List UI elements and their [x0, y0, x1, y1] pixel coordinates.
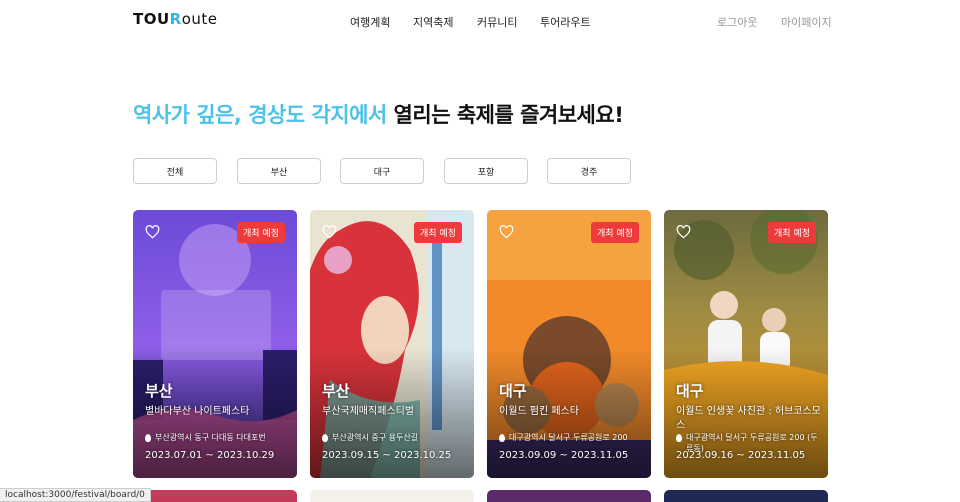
logo[interactable]: TOURoute [133, 10, 218, 28]
card-address-text: 대구광역시 달서구 두류공원로 200 [509, 433, 628, 442]
heart-icon[interactable] [499, 225, 514, 239]
festival-card[interactable]: 개최 예정 대구 이월드 펌킨 페스타 대구광역시 달서구 두류공원로 200 … [487, 210, 651, 478]
card-date: 2023.07.01 ~ 2023.10.29 [145, 450, 275, 461]
filter-all[interactable]: 전체 [133, 158, 217, 184]
logo-part-2: R [169, 10, 182, 28]
card-address: 대구광역시 달서구 두류공원로 200 [499, 432, 644, 443]
festival-card[interactable]: 개최 예정 부산 부산국제매직페스티벌 부산광역시 중구 용두산길 2023.0… [310, 210, 474, 478]
card-date: 2023.09.15 ~ 2023.10.25 [322, 450, 452, 461]
status-badge: 개최 예정 [768, 222, 816, 243]
card-address: 부산광역시 중구 용두산길 [322, 432, 467, 443]
logo-part-1: TOU [133, 10, 170, 28]
card-address: 부산광역시 동구 다대동 다대포번 [145, 432, 290, 443]
nav-local-festival[interactable]: 지역축제 [413, 14, 453, 30]
logo-part-3: oute [181, 10, 218, 28]
festival-card-partial[interactable] [487, 490, 651, 502]
heart-icon[interactable] [676, 225, 691, 239]
card-title: 부산국제매직페스티벌 [322, 406, 414, 417]
status-badge: 개최 예정 [237, 222, 285, 243]
festival-card-partial[interactable] [133, 490, 297, 502]
header: TOURoute 여행계획 지역축제 커뮤니티 투어라우트 로그아웃 마이페이지 [0, 0, 960, 42]
filter-gyeongju[interactable]: 경주 [547, 158, 631, 184]
festival-card-partial[interactable] [310, 490, 474, 502]
card-address-text: 부산광역시 동구 다대동 다대포번 [155, 433, 266, 442]
card-title: 이월드 인생꽃 사진관 : 허브코스모스 [676, 406, 821, 431]
heart-icon[interactable] [145, 225, 160, 239]
card-region: 대구 [499, 382, 527, 400]
card-region: 부산 [145, 382, 173, 400]
card-region: 부산 [322, 382, 350, 400]
location-pin-icon [145, 434, 151, 442]
location-pin-icon [676, 434, 682, 442]
location-pin-icon [322, 434, 328, 442]
card-region: 대구 [676, 382, 704, 400]
headline-rest: 열리는 축제를 즐겨보세요! [386, 103, 624, 127]
nav-travel-plan[interactable]: 여행계획 [350, 14, 390, 30]
filter-daegu[interactable]: 대구 [340, 158, 424, 184]
card-title: 별바다부산 나이트페스타 [145, 406, 250, 417]
heart-icon[interactable] [322, 225, 337, 239]
nav-community[interactable]: 커뮤니티 [477, 14, 517, 30]
filter-busan[interactable]: 부산 [237, 158, 321, 184]
browser-status-url: localhost:3000/festival/board/0 [0, 488, 151, 502]
page-headline: 역사가 깊은, 경상도 각지에서 열리는 축제를 즐겨보세요! [133, 99, 624, 129]
festival-card[interactable]: 개최 예정 대구 이월드 인생꽃 사진관 : 허브코스모스 대구광역시 달서구 … [664, 210, 828, 478]
filter-pohang[interactable]: 포항 [444, 158, 528, 184]
card-date: 2023.09.09 ~ 2023.11.05 [499, 450, 629, 461]
card-date: 2023.09.16 ~ 2023.11.05 [676, 450, 806, 461]
location-pin-icon [499, 434, 505, 442]
nav-tour-route[interactable]: 투어라우트 [540, 14, 591, 30]
status-badge: 개최 예정 [414, 222, 462, 243]
festival-card[interactable]: 개최 예정 부산 별바다부산 나이트페스타 부산광역시 동구 다대동 다대포번 … [133, 210, 297, 478]
mypage-link[interactable]: 마이페이지 [781, 14, 832, 30]
card-address-text: 부산광역시 중구 용두산길 [332, 433, 419, 442]
logout-link[interactable]: 로그아웃 [717, 14, 757, 30]
festival-card-partial[interactable] [664, 490, 828, 502]
status-badge: 개최 예정 [591, 222, 639, 243]
card-title: 이월드 펌킨 페스타 [499, 406, 579, 417]
headline-highlight: 역사가 깊은, 경상도 각지에서 [133, 103, 387, 127]
